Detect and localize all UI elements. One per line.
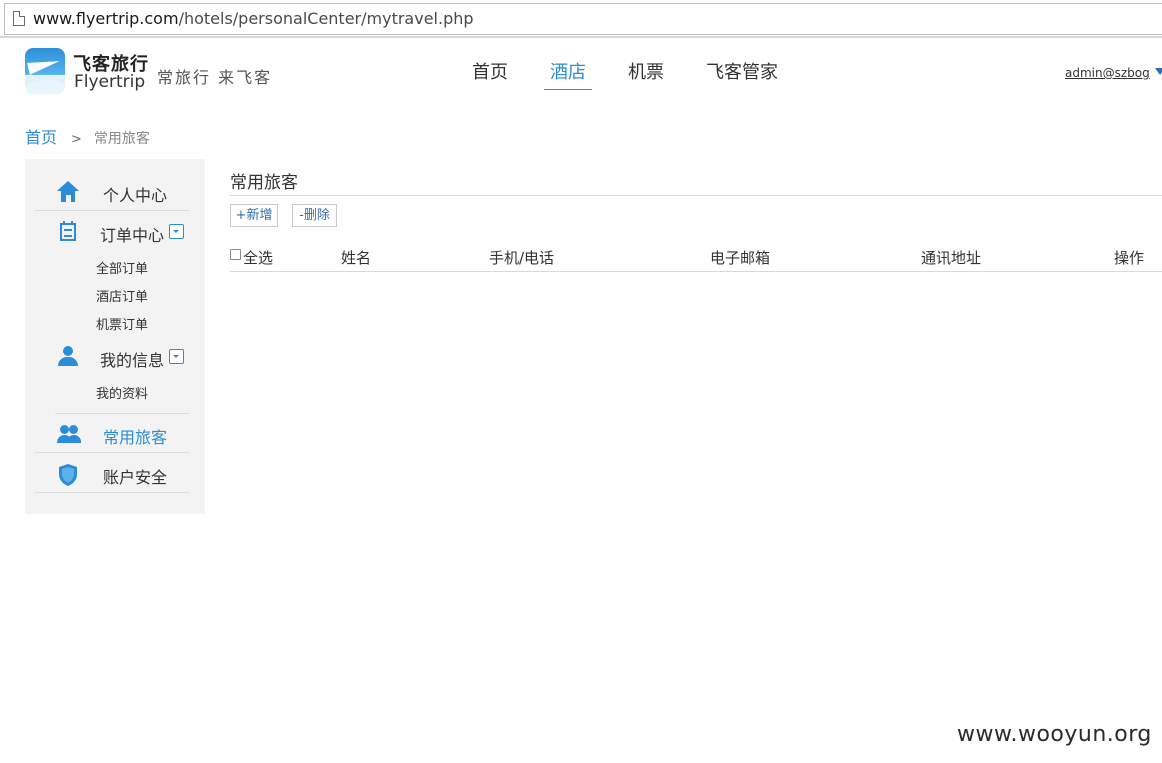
breadcrumb-separator: > bbox=[71, 132, 82, 147]
sidebar-item-account-security[interactable]: 账户安全 bbox=[35, 453, 189, 493]
main-nav: 首页 酒店 机票 飞客管家 bbox=[0, 58, 1162, 90]
chevron-down-icon[interactable] bbox=[169, 349, 184, 364]
sidebar-subitem-my-profile[interactable]: 我的资料 bbox=[96, 383, 148, 402]
house-icon bbox=[57, 181, 79, 203]
column-select-all: 全选 bbox=[243, 249, 274, 267]
sidebar-item-label: 订单中心 bbox=[100, 226, 165, 245]
sidebar-item-label: 个人中心 bbox=[103, 186, 168, 205]
frequent-travelers-panel: 常用旅客 +新增 -删除 全选 姓名 手机/电话 电子邮箱 通讯地址 操作 bbox=[230, 159, 1162, 279]
sidebar-item-my-info[interactable]: 我的信息 bbox=[35, 336, 189, 376]
nav-butler[interactable]: 飞客管家 bbox=[704, 58, 780, 90]
page-title: 常用旅客 bbox=[230, 173, 298, 193]
nav-home[interactable]: 首页 bbox=[471, 58, 509, 90]
column-actions: 操作 bbox=[1114, 249, 1145, 267]
browser-address-bar: www.flyertrip.com/hotels/personalCenter/… bbox=[0, 0, 1162, 38]
column-name: 姓名 bbox=[341, 249, 372, 267]
notepad-icon bbox=[57, 221, 79, 243]
sidebar: 个人中心 订单中心 全部订单 酒店订单 机票订单 我的信息 我的资料 常用旅客 … bbox=[25, 159, 205, 514]
nav-hotel[interactable]: 酒店 bbox=[544, 58, 592, 90]
sidebar-subitem-all-orders[interactable]: 全部订单 bbox=[96, 258, 148, 277]
sidebar-item-label: 我的信息 bbox=[100, 351, 165, 370]
sidebar-item-personal-center[interactable]: 个人中心 bbox=[35, 171, 189, 211]
table-header-divider bbox=[230, 271, 1162, 272]
breadcrumb-current: 常用旅客 bbox=[93, 131, 150, 147]
sidebar-item-order-center[interactable]: 订单中心 bbox=[35, 211, 189, 251]
column-email: 电子邮箱 bbox=[710, 249, 771, 267]
sidebar-item-label: 常用旅客 bbox=[103, 428, 168, 447]
title-divider bbox=[230, 195, 1162, 196]
url-field[interactable]: www.flyertrip.com/hotels/personalCenter/… bbox=[4, 3, 1162, 35]
url-path: /hotels/personalCenter/mytravel.php bbox=[178, 9, 474, 28]
user-icon bbox=[57, 346, 79, 368]
shield-icon bbox=[57, 463, 79, 486]
sidebar-item-frequent-travelers[interactable]: 常用旅客 bbox=[35, 413, 189, 453]
user-dropdown-caret-icon[interactable] bbox=[1155, 68, 1162, 75]
breadcrumb-home[interactable]: 首页 bbox=[25, 128, 57, 147]
nav-flights[interactable]: 机票 bbox=[627, 58, 665, 90]
sidebar-subitem-flight-orders[interactable]: 机票订单 bbox=[96, 314, 148, 333]
add-traveler-button[interactable]: +新增 bbox=[230, 204, 278, 227]
url-text: www.flyertrip.com/hotels/personalCenter/… bbox=[33, 9, 474, 28]
user-account-link[interactable]: admin@szbog bbox=[1065, 66, 1150, 80]
url-host: www.flyertrip.com bbox=[33, 9, 179, 28]
site-header: 飞客旅行 Flyertrip 常旅行 来飞客 首页 酒店 机票 飞客管家 adm… bbox=[0, 40, 1162, 110]
select-all-checkbox[interactable] bbox=[230, 249, 241, 260]
page-icon bbox=[13, 11, 25, 26]
delete-traveler-button[interactable]: -删除 bbox=[292, 204, 337, 227]
column-address: 通讯地址 bbox=[921, 249, 982, 267]
breadcrumb: 首页 > 常用旅客 bbox=[25, 124, 150, 147]
chevron-down-icon[interactable] bbox=[169, 224, 184, 239]
sidebar-item-label: 账户安全 bbox=[103, 468, 168, 487]
users-icon bbox=[57, 423, 81, 445]
sidebar-subitem-hotel-orders[interactable]: 酒店订单 bbox=[96, 286, 148, 305]
column-phone: 手机/电话 bbox=[489, 249, 555, 267]
watermark: www.wooyun.org bbox=[957, 722, 1152, 747]
